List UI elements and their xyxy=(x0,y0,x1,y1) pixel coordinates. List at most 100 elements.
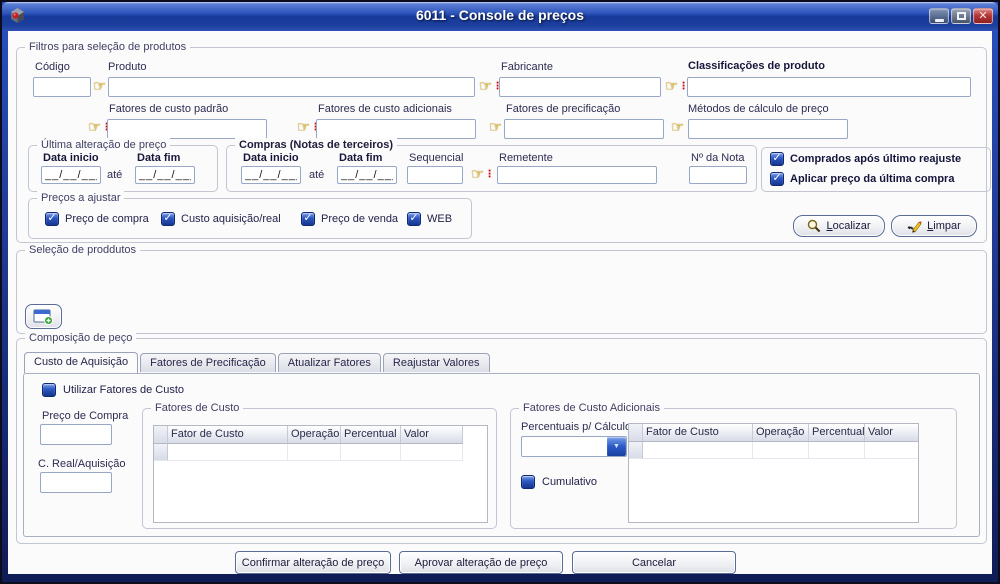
checkbox-checked-icon[interactable]: ✓ xyxy=(301,212,315,226)
dots-glyph: ⋮ xyxy=(484,170,494,180)
limpar-button[interactable]: Limpar xyxy=(891,215,977,237)
aprovar-alteracao-button[interactable]: Aprovar alteração de preço xyxy=(399,551,563,574)
checkbox-checked-icon[interactable]: ✓ xyxy=(45,212,59,226)
compra-flags-panel: ✓ Comprados após último reajuste ✓ Aplic… xyxy=(761,147,991,192)
check-icon: ✓ xyxy=(409,213,418,224)
cb-label: Preço de venda xyxy=(321,213,398,225)
remetente-lookup-icon[interactable]: ☞⋮ xyxy=(471,167,494,183)
cb-utilizar-fatores-de-custo[interactable]: Utilizar Fatores de Custo xyxy=(42,383,184,397)
metodos-calculo-label: Métodos de cálculo de preço xyxy=(688,103,829,115)
hand-glyph: ☞ xyxy=(471,168,484,182)
classificacoes-input[interactable] xyxy=(687,77,971,97)
check-icon: ✓ xyxy=(303,213,312,224)
cb-cumulativo[interactable]: Cumulativo xyxy=(521,475,597,489)
custo-real-input[interactable] xyxy=(40,472,112,493)
hand-glyph: ☞ xyxy=(671,121,684,135)
fatores-custo-table[interactable]: Fator de Custo Operação Percentual Valor xyxy=(153,425,488,523)
check-icon: ✓ xyxy=(772,173,781,184)
cb-label: Custo aquisição/real xyxy=(181,213,281,225)
minimize-button[interactable] xyxy=(929,8,949,24)
remetente-input[interactable] xyxy=(497,166,657,184)
classificacoes-label: Classificações de produto xyxy=(688,60,825,72)
confirmar-label: Confirmar alteração de preço xyxy=(242,557,384,569)
checkbox-unchecked-icon[interactable] xyxy=(42,383,56,397)
produto-input[interactable] xyxy=(108,77,475,97)
hand-glyph: ☞ xyxy=(88,121,101,135)
add-product-window-button[interactable] xyxy=(25,304,62,329)
tab-reajustar-valores[interactable]: Reajustar Valores xyxy=(383,353,490,372)
check-icon: ✓ xyxy=(772,153,781,164)
preco-compra-label: Preço de Compra xyxy=(42,410,128,422)
fatores-precificacao-input[interactable] xyxy=(504,119,664,139)
fatores-custo-adicionais-table[interactable]: Fator de Custo Operação Percentual Valor xyxy=(628,423,919,523)
tab-panel-custo-aquisicao: Utilizar Fatores de Custo Preço de Compr… xyxy=(23,373,980,537)
cb-preco-de-venda[interactable]: ✓ Preço de venda xyxy=(301,212,398,226)
close-button[interactable]: ✕ xyxy=(973,8,993,24)
close-icon: ✕ xyxy=(978,11,987,22)
filters-group-title: Filtros para seleção de produtos xyxy=(25,40,190,55)
codigo-input[interactable] xyxy=(33,77,91,97)
ua-ate-label: até xyxy=(107,169,122,181)
checkbox-checked-icon[interactable]: ✓ xyxy=(407,212,421,226)
localizar-button[interactable]: Localizar xyxy=(793,215,885,237)
sequencial-input[interactable] xyxy=(407,166,463,184)
metodos-calculo-input[interactable] xyxy=(688,119,848,139)
fatores-precificacao-label: Fatores de precificação xyxy=(506,103,620,115)
chevron-down-icon[interactable]: ▼ xyxy=(607,437,626,456)
checkbox-unchecked-icon[interactable] xyxy=(521,475,535,489)
tab-atualizar-fatores[interactable]: Atualizar Fatores xyxy=(278,353,381,372)
limpar-label: Limpar xyxy=(927,220,961,232)
compras-group: Compras (Notas de terceiros) Data inicio… xyxy=(226,145,757,192)
precos-a-ajustar-title: Preços a ajustar xyxy=(37,191,124,206)
ua-data-inicio-input[interactable] xyxy=(41,166,101,184)
cb-preco-de-compra[interactable]: ✓ Preço de compra xyxy=(45,212,149,226)
ua-data-fim-label: Data fim xyxy=(137,152,180,164)
col-percentual: Percentual xyxy=(341,426,401,444)
maximize-button[interactable] xyxy=(951,8,971,24)
window-content: Filtros para seleção de produtos Código … xyxy=(8,31,992,574)
fatores-custo-adicionais-label: Fatores de custo adicionais xyxy=(318,103,452,115)
checkbox-checked-icon[interactable]: ✓ xyxy=(770,172,784,186)
tab-fatores-de-precificacao[interactable]: Fatores de Precificação xyxy=(140,353,276,372)
fabricante-input[interactable] xyxy=(499,77,661,97)
check-icon: ✓ xyxy=(163,213,172,224)
compras-data-fim-input[interactable] xyxy=(337,166,397,184)
title-bar[interactable]: 6011 - Console de preços ✕ xyxy=(2,2,998,30)
preco-compra-input[interactable] xyxy=(40,424,112,445)
numero-nota-label: Nº da Nota xyxy=(691,152,745,164)
classificacoes-lookup-icon[interactable]: ☞⋮ xyxy=(665,79,688,95)
col-fator-de-custo: Fator de Custo xyxy=(168,426,288,444)
flag-aplicar-preco-ultima-compra[interactable]: ✓ Aplicar preço da última compra xyxy=(770,172,954,186)
produto-label: Produto xyxy=(108,61,147,73)
cb-custo-aquisicao-real[interactable]: ✓ Custo aquisição/real xyxy=(161,212,281,226)
table-row[interactable] xyxy=(629,442,918,459)
hand-glyph: ☞ xyxy=(479,80,492,94)
custo-real-label: C. Real/Aquisição xyxy=(38,458,125,470)
selecao-produtos-title: Seleção de proddutos xyxy=(25,243,140,258)
compras-data-inicio-input[interactable] xyxy=(241,166,301,184)
col-valor: Valor xyxy=(401,426,463,444)
checkbox-checked-icon[interactable]: ✓ xyxy=(161,212,175,226)
row-selector[interactable] xyxy=(629,442,643,459)
compras-ate-label: até xyxy=(309,169,324,181)
cb-label: WEB xyxy=(427,213,452,225)
percentuais-calculo-select[interactable]: ▼ xyxy=(521,436,627,457)
table-row[interactable] xyxy=(154,444,487,461)
ua-data-fim-input[interactable] xyxy=(135,166,195,184)
hand-glyph: ☞ xyxy=(297,121,310,135)
confirmar-alteracao-button[interactable]: Confirmar alteração de preço xyxy=(235,551,391,574)
tab-custo-de-aquisicao[interactable]: Custo de Aquisição xyxy=(24,352,138,373)
ultima-alteracao-group: Última alteração de preço Data inicio Da… xyxy=(28,145,218,192)
cancelar-button[interactable]: Cancelar xyxy=(572,551,736,574)
row-selector[interactable] xyxy=(154,444,168,461)
selecao-produtos-group: Seleção de proddutos xyxy=(16,250,987,334)
cb-web[interactable]: ✓ WEB xyxy=(407,212,452,226)
numero-nota-input[interactable] xyxy=(689,166,747,184)
hand-glyph: ☞ xyxy=(93,80,106,94)
fatores-custo-adicionais-input[interactable] xyxy=(316,119,476,139)
fatores-custo-padrao-input[interactable] xyxy=(107,119,267,139)
flag-comprados-apos-reajuste[interactable]: ✓ Comprados após último reajuste xyxy=(770,152,961,166)
checkbox-checked-icon[interactable]: ✓ xyxy=(770,152,784,166)
table-header: Fator de Custo Operação Percentual Valor xyxy=(629,424,918,442)
aprovar-label: Aprovar alteração de preço xyxy=(415,557,548,569)
